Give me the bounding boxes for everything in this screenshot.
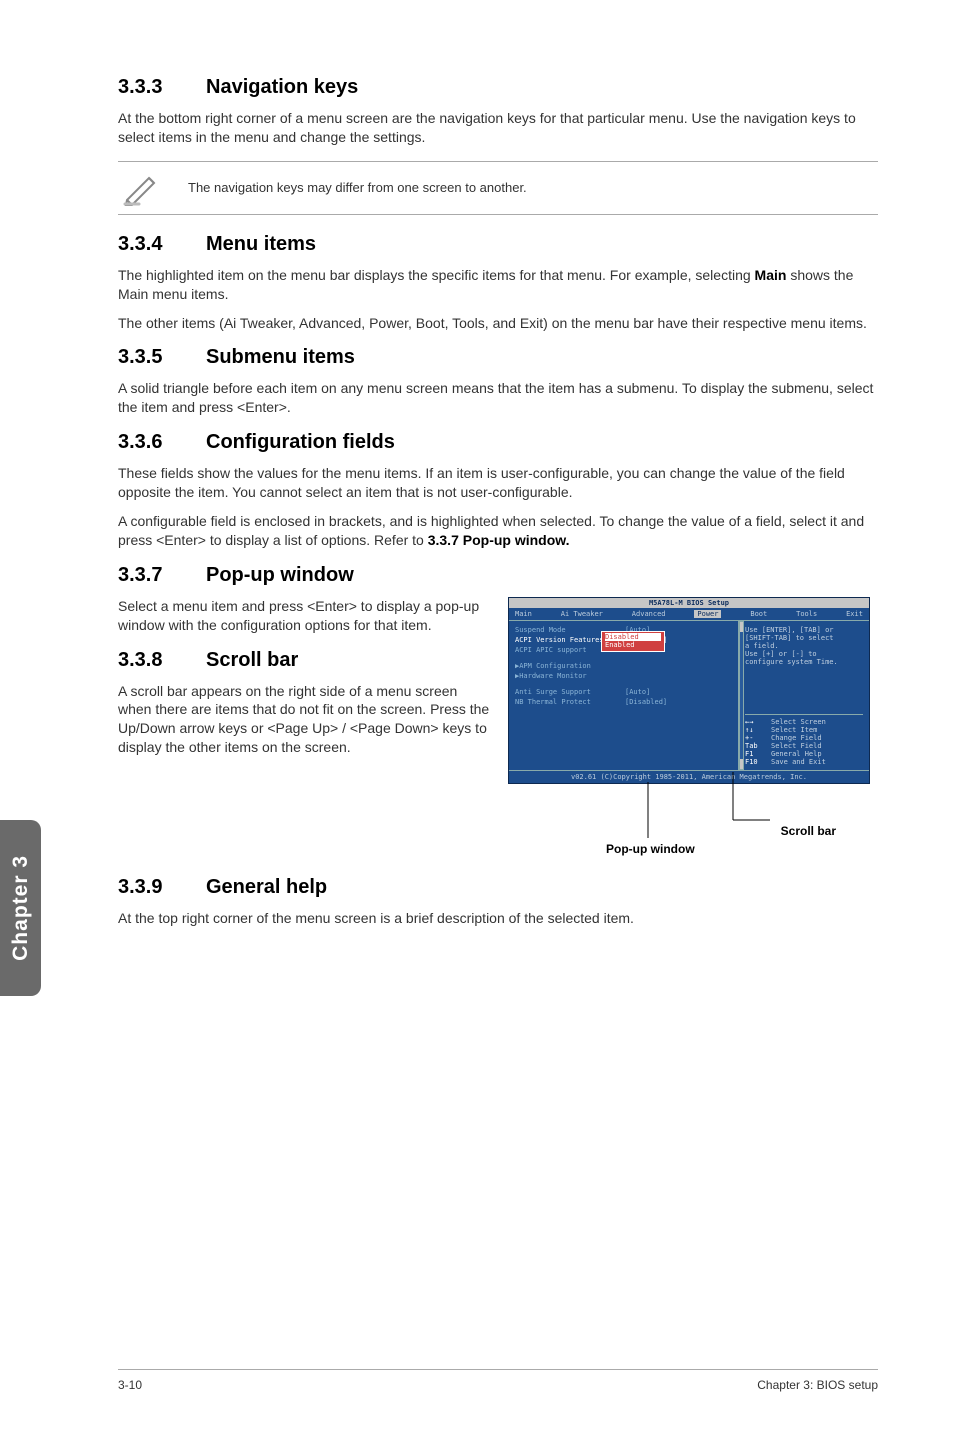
bios-menubar: Main Ai Tweaker Advanced Power Boot Tool… — [509, 608, 869, 620]
heading-338: 3.3.8Scroll bar — [118, 649, 490, 672]
heading-339: 3.3.9General help — [118, 876, 878, 899]
heading-334: 3.3.4Menu items — [118, 233, 878, 256]
heading-335: 3.3.5Submenu items — [118, 346, 878, 369]
scroll-bar-label: Scroll bar — [781, 824, 836, 838]
footer-page-number: 3-10 — [118, 1378, 142, 1392]
bios-popup: Disabled Enabled — [601, 631, 665, 652]
bios-screenshot: M5A78L-M BIOS Setup Main Ai Tweaker Adva… — [508, 597, 878, 862]
para: The highlighted item on the menu bar dis… — [118, 266, 878, 304]
secnum: 3.3.7 — [118, 564, 206, 587]
sectitle: Submenu items — [206, 346, 355, 368]
para: At the bottom right corner of a menu scr… — [118, 109, 878, 147]
chapter-tab: Chapter 3 — [0, 820, 41, 996]
para: Select a menu item and press <Enter> to … — [118, 597, 490, 635]
heading-337: 3.3.7Pop-up window — [118, 564, 878, 587]
bios-help-panel: Use [ENTER], [TAB] or [SHIFT-TAB] to sel… — [739, 621, 869, 770]
sectitle: Configuration fields — [206, 431, 395, 453]
sectitle: Pop-up window — [206, 564, 354, 586]
note-text: The navigation keys may differ from one … — [188, 180, 527, 195]
para: The other items (Ai Tweaker, Advanced, P… — [118, 314, 878, 333]
para: At the top right corner of the menu scre… — [118, 909, 878, 928]
para: A solid triangle before each item on any… — [118, 379, 878, 417]
heading-333: 3.3.3Navigation keys — [118, 76, 878, 99]
secnum: 3.3.9 — [118, 876, 206, 899]
para: A scroll bar appears on the right side o… — [118, 682, 490, 758]
sectitle: Scroll bar — [206, 649, 298, 671]
secnum: 3.3.6 — [118, 431, 206, 454]
para: These fields show the values for the men… — [118, 464, 878, 502]
sectitle: General help — [206, 876, 327, 898]
secnum: 3.3.4 — [118, 233, 206, 256]
para: A configurable field is enclosed in brac… — [118, 512, 878, 550]
pencil-icon — [121, 170, 161, 206]
bios-title: M5A78L-M BIOS Setup — [509, 598, 869, 608]
footer-chapter-title: Chapter 3: BIOS setup — [757, 1378, 878, 1392]
page-footer: 3-10 Chapter 3: BIOS setup — [118, 1369, 878, 1392]
chapter-tab-label: Chapter 3 — [9, 855, 33, 961]
secnum: 3.3.5 — [118, 346, 206, 369]
popup-window-label: Pop-up window — [606, 842, 695, 856]
bios-left-panel: Suspend Mode[Auto] ACPI Version Features… — [509, 621, 739, 770]
sectitle: Menu items — [206, 233, 316, 255]
heading-336: 3.3.6Configuration fields — [118, 431, 878, 454]
secnum: 3.3.8 — [118, 649, 206, 672]
note-box: The navigation keys may differ from one … — [118, 161, 878, 215]
sectitle: Navigation keys — [206, 76, 358, 98]
figure-labels: Scroll bar Pop-up window — [508, 802, 878, 862]
secnum: 3.3.3 — [118, 76, 206, 99]
